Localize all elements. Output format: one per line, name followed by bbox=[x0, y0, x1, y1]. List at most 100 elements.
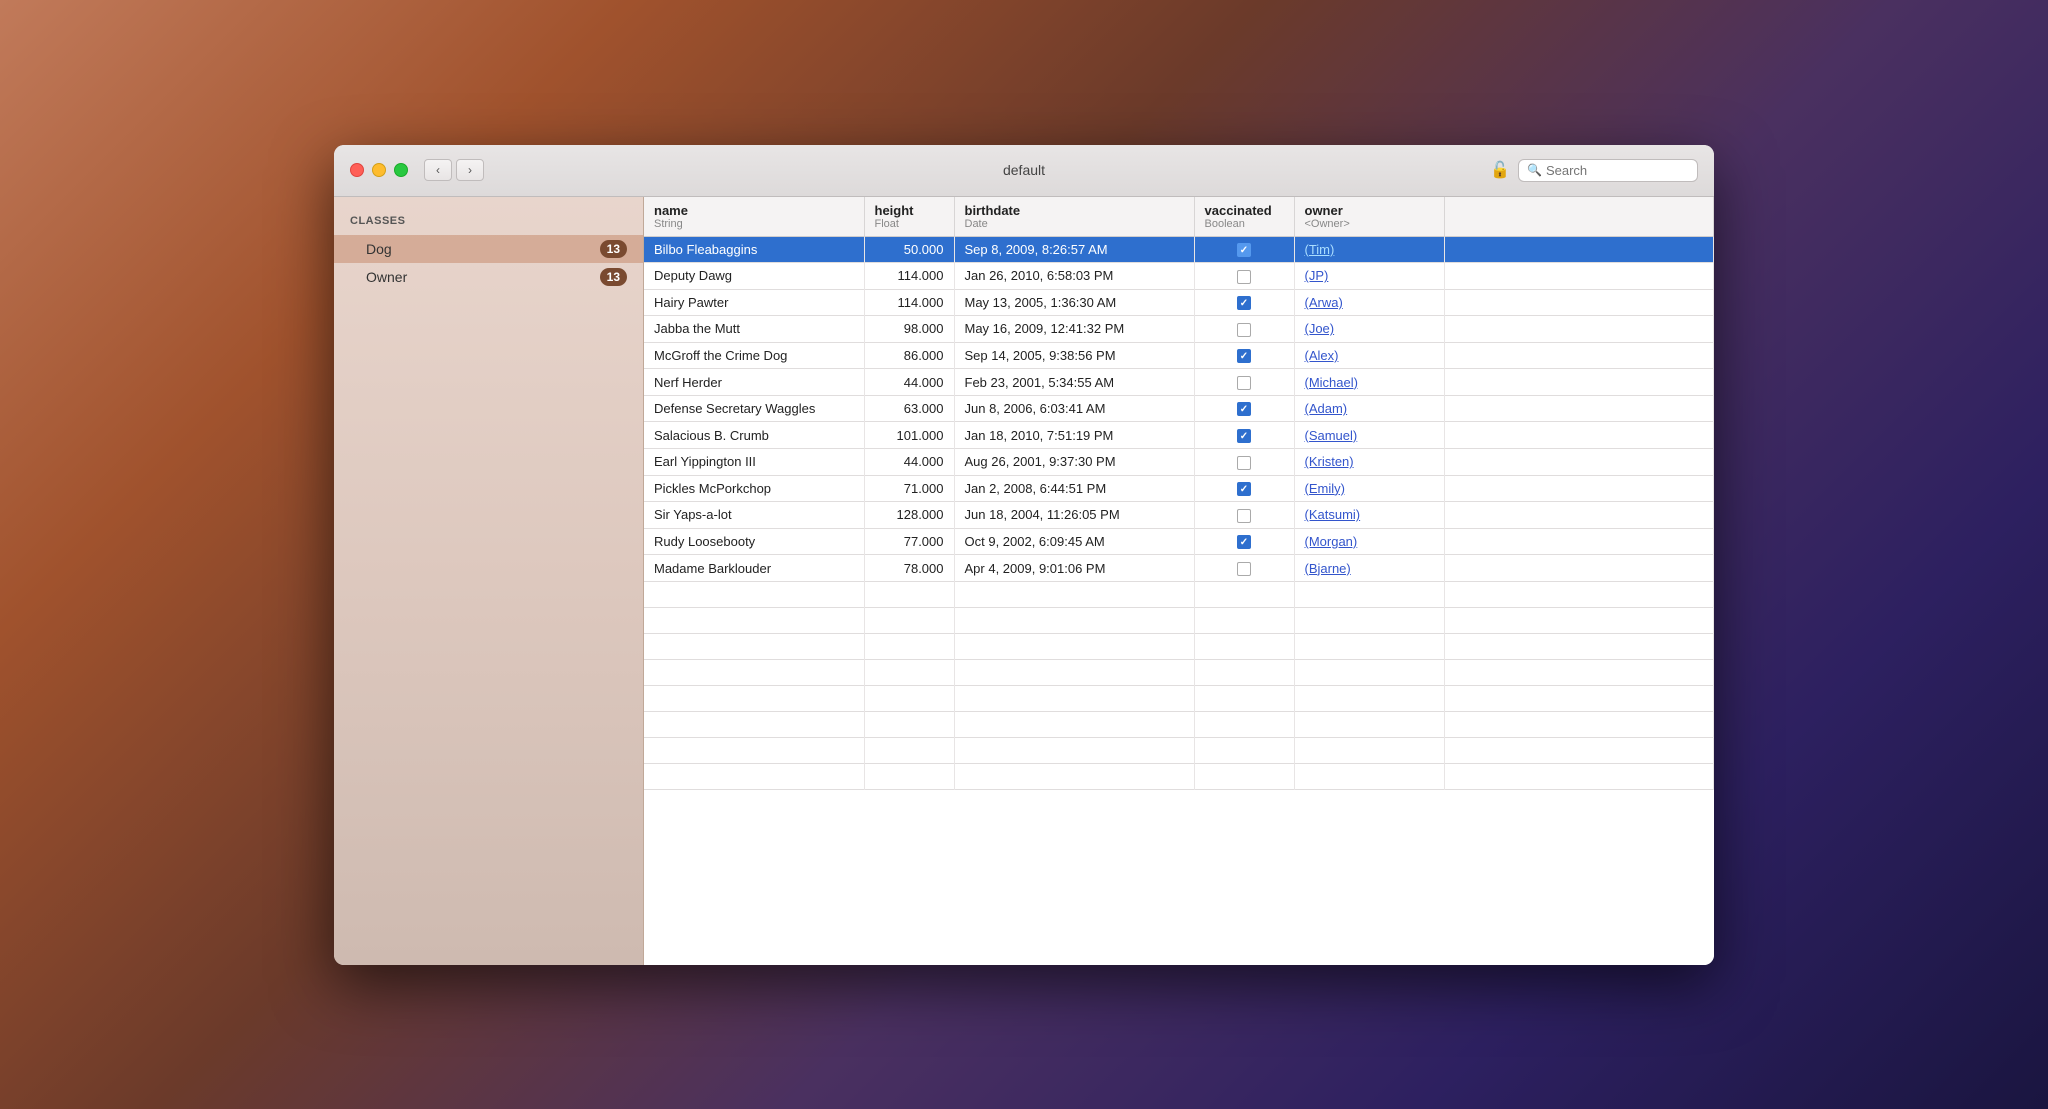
minimize-button[interactable] bbox=[372, 163, 386, 177]
table-row[interactable]: Defense Secretary Waggles 63.000 Jun 8, … bbox=[644, 395, 1714, 422]
table-row[interactable]: Sir Yaps-a-lot 128.000 Jun 18, 2004, 11:… bbox=[644, 502, 1714, 529]
table-row[interactable]: Deputy Dawg 114.000 Jan 26, 2010, 6:58:0… bbox=[644, 263, 1714, 290]
table-container[interactable]: name String height Float birthdate Date bbox=[644, 197, 1714, 965]
col-header-birthdate[interactable]: birthdate Date bbox=[954, 197, 1194, 237]
table-row-empty bbox=[644, 685, 1714, 711]
cell-height-10: 128.000 bbox=[864, 502, 954, 529]
checkbox-3[interactable] bbox=[1237, 323, 1251, 337]
table-row[interactable]: Rudy Loosebooty 77.000 Oct 9, 2002, 6:09… bbox=[644, 528, 1714, 555]
cell-name-4: McGroff the Crime Dog bbox=[644, 342, 864, 369]
owner-link-8[interactable]: (Kristen) bbox=[1305, 454, 1354, 469]
empty-cell bbox=[954, 633, 1194, 659]
cell-name-7: Salacious B. Crumb bbox=[644, 422, 864, 449]
owner-link-10[interactable]: (Katsumi) bbox=[1305, 507, 1361, 522]
cell-birthdate-9: Jan 2, 2008, 6:44:51 PM bbox=[954, 475, 1194, 502]
owner-link-7[interactable]: (Samuel) bbox=[1305, 428, 1358, 443]
table-row[interactable]: Earl Yippington III 44.000 Aug 26, 2001,… bbox=[644, 449, 1714, 476]
checkbox-6[interactable] bbox=[1237, 402, 1251, 416]
owner-link-12[interactable]: (Bjarne) bbox=[1305, 561, 1351, 576]
checkbox-4[interactable] bbox=[1237, 349, 1251, 363]
maximize-button[interactable] bbox=[394, 163, 408, 177]
cell-owner-9: (Emily) bbox=[1294, 475, 1444, 502]
cell-name-6: Defense Secretary Waggles bbox=[644, 395, 864, 422]
table-row[interactable]: Jabba the Mutt 98.000 May 16, 2009, 12:4… bbox=[644, 316, 1714, 343]
sidebar-item-dog[interactable]: Dog 13 bbox=[334, 235, 643, 263]
cell-vaccinated-8 bbox=[1194, 449, 1294, 476]
owner-link-4[interactable]: (Alex) bbox=[1305, 348, 1339, 363]
cell-birthdate-11: Oct 9, 2002, 6:09:45 AM bbox=[954, 528, 1194, 555]
window-title: default bbox=[1003, 162, 1045, 178]
checkbox-2[interactable] bbox=[1237, 296, 1251, 310]
empty-cell bbox=[954, 711, 1194, 737]
checkbox-5[interactable] bbox=[1237, 376, 1251, 390]
owner-link-9[interactable]: (Emily) bbox=[1305, 481, 1345, 496]
cell-name-8: Earl Yippington III bbox=[644, 449, 864, 476]
cell-birthdate-4: Sep 14, 2005, 9:38:56 PM bbox=[954, 342, 1194, 369]
table-row[interactable]: Bilbo Fleabaggins 50.000 Sep 8, 2009, 8:… bbox=[644, 236, 1714, 263]
cell-birthdate-12: Apr 4, 2009, 9:01:06 PM bbox=[954, 555, 1194, 582]
checkbox-10[interactable] bbox=[1237, 509, 1251, 523]
checkbox-12[interactable] bbox=[1237, 562, 1251, 576]
table-row[interactable]: Pickles McPorkchop 71.000 Jan 2, 2008, 6… bbox=[644, 475, 1714, 502]
empty-cell bbox=[1294, 633, 1444, 659]
empty-cell bbox=[864, 737, 954, 763]
table-row-empty bbox=[644, 737, 1714, 763]
forward-button[interactable]: › bbox=[456, 159, 484, 181]
checkbox-0[interactable] bbox=[1237, 243, 1251, 257]
cell-vaccinated-3 bbox=[1194, 316, 1294, 343]
col-header-name[interactable]: name String bbox=[644, 197, 864, 237]
col-header-height[interactable]: height Float bbox=[864, 197, 954, 237]
empty-cell bbox=[1194, 763, 1294, 789]
sidebar-item-owner[interactable]: Owner 13 bbox=[334, 263, 643, 291]
checkbox-11[interactable] bbox=[1237, 535, 1251, 549]
search-box[interactable]: 🔍 bbox=[1518, 159, 1698, 182]
owner-link-3[interactable]: (Joe) bbox=[1305, 321, 1335, 336]
checkbox-9[interactable] bbox=[1237, 482, 1251, 496]
cell-extra-7 bbox=[1444, 422, 1714, 449]
cell-birthdate-7: Jan 18, 2010, 7:51:19 PM bbox=[954, 422, 1194, 449]
table-body: Bilbo Fleabaggins 50.000 Sep 8, 2009, 8:… bbox=[644, 236, 1714, 789]
owner-link-0[interactable]: (Tim) bbox=[1305, 242, 1335, 257]
search-icon: 🔍 bbox=[1527, 163, 1542, 177]
main-window: ‹ › default 🔓 🔍 CLASSES Dog 13 Owner 13 bbox=[334, 145, 1714, 965]
checkbox-8[interactable] bbox=[1237, 456, 1251, 470]
empty-cell bbox=[1294, 659, 1444, 685]
owner-link-6[interactable]: (Adam) bbox=[1305, 401, 1348, 416]
table-row[interactable]: Hairy Pawter 114.000 May 13, 2005, 1:36:… bbox=[644, 289, 1714, 316]
table-row[interactable]: Salacious B. Crumb 101.000 Jan 18, 2010,… bbox=[644, 422, 1714, 449]
cell-extra-5 bbox=[1444, 369, 1714, 396]
col-header-owner[interactable]: owner <Owner> bbox=[1294, 197, 1444, 237]
empty-cell bbox=[644, 737, 864, 763]
cell-height-11: 77.000 bbox=[864, 528, 954, 555]
cell-height-8: 44.000 bbox=[864, 449, 954, 476]
cell-extra-1 bbox=[1444, 263, 1714, 290]
cell-owner-3: (Joe) bbox=[1294, 316, 1444, 343]
checkbox-7[interactable] bbox=[1237, 429, 1251, 443]
empty-cell bbox=[1444, 581, 1714, 607]
cell-name-11: Rudy Loosebooty bbox=[644, 528, 864, 555]
table-row[interactable]: Madame Barklouder 78.000 Apr 4, 2009, 9:… bbox=[644, 555, 1714, 582]
empty-cell bbox=[1194, 685, 1294, 711]
owner-link-1[interactable]: (JP) bbox=[1305, 268, 1329, 283]
cell-vaccinated-10 bbox=[1194, 502, 1294, 529]
titlebar: ‹ › default 🔓 🔍 bbox=[334, 145, 1714, 197]
search-input[interactable] bbox=[1546, 163, 1689, 178]
cell-owner-6: (Adam) bbox=[1294, 395, 1444, 422]
table-row[interactable]: Nerf Herder 44.000 Feb 23, 2001, 5:34:55… bbox=[644, 369, 1714, 396]
cell-owner-10: (Katsumi) bbox=[1294, 502, 1444, 529]
cell-birthdate-8: Aug 26, 2001, 9:37:30 PM bbox=[954, 449, 1194, 476]
owner-link-11[interactable]: (Morgan) bbox=[1305, 534, 1358, 549]
empty-cell bbox=[644, 659, 864, 685]
owner-link-2[interactable]: (Arwa) bbox=[1305, 295, 1343, 310]
close-button[interactable] bbox=[350, 163, 364, 177]
col-header-vaccinated[interactable]: vaccinated Boolean bbox=[1194, 197, 1294, 237]
sidebar-dog-badge: 13 bbox=[600, 240, 627, 258]
owner-link-5[interactable]: (Michael) bbox=[1305, 375, 1358, 390]
back-button[interactable]: ‹ bbox=[424, 159, 452, 181]
table-row-empty bbox=[644, 659, 1714, 685]
cell-name-10: Sir Yaps-a-lot bbox=[644, 502, 864, 529]
cell-owner-4: (Alex) bbox=[1294, 342, 1444, 369]
table-row[interactable]: McGroff the Crime Dog 86.000 Sep 14, 200… bbox=[644, 342, 1714, 369]
checkbox-1[interactable] bbox=[1237, 270, 1251, 284]
cell-name-5: Nerf Herder bbox=[644, 369, 864, 396]
